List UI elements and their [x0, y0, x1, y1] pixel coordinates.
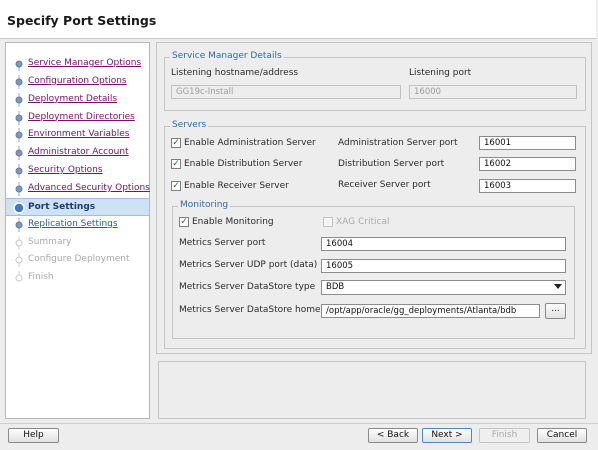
checkmark-icon: ✓ [172, 181, 180, 191]
chevron-down-icon [554, 284, 562, 289]
metrics-port-field[interactable]: 16004 [321, 237, 566, 251]
step-environment-variables[interactable]: Environment Variables [6, 126, 149, 144]
servers-legend: Servers [170, 120, 209, 130]
main-panel: Service Manager Details Listening hostna… [156, 42, 592, 354]
servers-group: Servers ✓ Enable Administration Server A… [164, 120, 586, 349]
completed-step-icon [15, 74, 23, 89]
step-service-manager-options[interactable]: Service Manager Options [6, 55, 149, 73]
browse-button[interactable]: ... [545, 303, 566, 319]
completed-step-icon [15, 92, 23, 107]
listening-port-label: Listening port [409, 68, 472, 78]
metrics-port-label: Metrics Server port [179, 238, 266, 248]
completed-step-icon [15, 110, 23, 125]
listening-port-field: 16000 [409, 85, 577, 99]
monitoring-legend: Monitoring [178, 200, 231, 210]
receiver-server-checkbox[interactable]: ✓ [171, 181, 181, 191]
cancel-button[interactable]: Cancel [537, 428, 587, 443]
step-label: Environment Variables [28, 129, 130, 140]
checkmark-icon: ✓ [172, 159, 180, 169]
step-deployment-details[interactable]: Deployment Details [6, 91, 149, 109]
completed-step-icon [15, 146, 23, 161]
back-button[interactable]: < Back [368, 428, 418, 443]
step-configure-deployment: Configure Deployment [6, 251, 149, 269]
datastore-home-label: Metrics Server DataStore home [179, 305, 321, 315]
completed-step-icon [15, 164, 23, 179]
distribution-server-checkbox[interactable]: ✓ [171, 159, 181, 169]
hostname-label: Listening hostname/address [171, 68, 299, 78]
step-deployment-directories[interactable]: Deployment Directories [6, 109, 149, 127]
step-label: Configuration Options [28, 75, 127, 86]
step-configuration-options[interactable]: Configuration Options [6, 73, 149, 91]
completed-step-icon [15, 128, 23, 143]
datastore-home-field[interactable]: /opt/app/oracle/gg_deployments/Atlanta/b… [321, 304, 540, 318]
metrics-udp-port-label: Metrics Server UDP port (data) [179, 260, 318, 270]
current-step-icon [13, 200, 25, 215]
pending-step-icon [15, 253, 23, 268]
message-panel [158, 361, 586, 419]
enable-monitoring-checkbox[interactable]: ✓ [179, 217, 189, 227]
admin-server-checkbox-label[interactable]: Enable Administration Server [184, 138, 316, 148]
admin-server-port-label: Administration Server port [338, 138, 458, 148]
admin-server-checkbox[interactable]: ✓ [171, 138, 181, 148]
step-label: Port Settings [28, 201, 96, 212]
receiver-server-checkbox-label[interactable]: Enable Receiver Server [184, 181, 289, 191]
monitoring-group: Monitoring ✓ Enable Monitoring XAG Criti… [172, 200, 575, 339]
admin-server-port-field[interactable]: 16001 [479, 136, 576, 150]
help-button[interactable]: Help [8, 428, 59, 443]
enable-monitoring-label[interactable]: Enable Monitoring [192, 217, 274, 227]
completed-step-icon [15, 217, 23, 232]
step-summary: Summary [6, 234, 149, 252]
hostname-field: GG19c-Install [171, 85, 401, 99]
step-label: Finish [28, 272, 54, 283]
distribution-server-port-label: Distribution Server port [338, 159, 445, 169]
next-button[interactable]: Next > [422, 428, 472, 443]
page-title: Specify Port Settings [7, 13, 157, 28]
metrics-udp-port-field[interactable]: 16005 [321, 259, 566, 273]
distribution-server-port-field[interactable]: 16002 [479, 157, 576, 171]
receiver-server-port-label: Receiver Server port [338, 180, 431, 190]
completed-step-icon [15, 181, 23, 196]
service-manager-legend: Service Manager Details [170, 51, 284, 61]
xag-critical-label: XAG Critical [336, 217, 390, 227]
step-label: Service Manager Options [28, 58, 142, 68]
xag-critical-checkbox[interactable] [323, 217, 333, 227]
steps-sidebar: Service Manager Options Configuration Opt… [5, 42, 150, 419]
pending-step-icon [15, 271, 23, 282]
step-label: Administrator Account [28, 147, 129, 158]
datastore-type-label: Metrics Server DataStore type [179, 282, 316, 292]
step-port-settings[interactable]: Port Settings [6, 197, 149, 216]
service-manager-group: Service Manager Details Listening hostna… [164, 51, 586, 111]
header-banner: Specify Port Settings [0, 0, 596, 39]
step-label: Replication Settings [28, 218, 118, 229]
step-replication-settings[interactable]: Replication Settings [6, 216, 149, 234]
step-administrator-account[interactable]: Administrator Account [6, 144, 149, 162]
step-finish: Finish [6, 269, 149, 287]
footer-divider [0, 423, 598, 424]
step-label: Advanced Security Options [28, 182, 150, 193]
step-advanced-security-options[interactable]: Advanced Security Options [6, 180, 150, 198]
step-label: Configure Deployment [28, 254, 130, 265]
pending-step-icon [15, 235, 23, 250]
finish-button[interactable]: Finish [479, 428, 530, 443]
datastore-type-value: BDB [326, 282, 345, 292]
receiver-server-port-field[interactable]: 16003 [479, 179, 576, 193]
step-security-options[interactable]: Security Options [6, 162, 149, 180]
step-label: Deployment Directories [28, 111, 135, 122]
distribution-server-checkbox-label[interactable]: Enable Distribution Server [184, 159, 302, 169]
checkmark-icon: ✓ [172, 138, 180, 148]
step-label: Summary [28, 236, 72, 247]
datastore-type-select[interactable]: BDB [321, 280, 566, 295]
step-label: Security Options [28, 165, 103, 176]
checkmark-icon: ✓ [180, 217, 188, 227]
completed-step-icon [15, 60, 23, 71]
step-label: Deployment Details [28, 93, 118, 104]
